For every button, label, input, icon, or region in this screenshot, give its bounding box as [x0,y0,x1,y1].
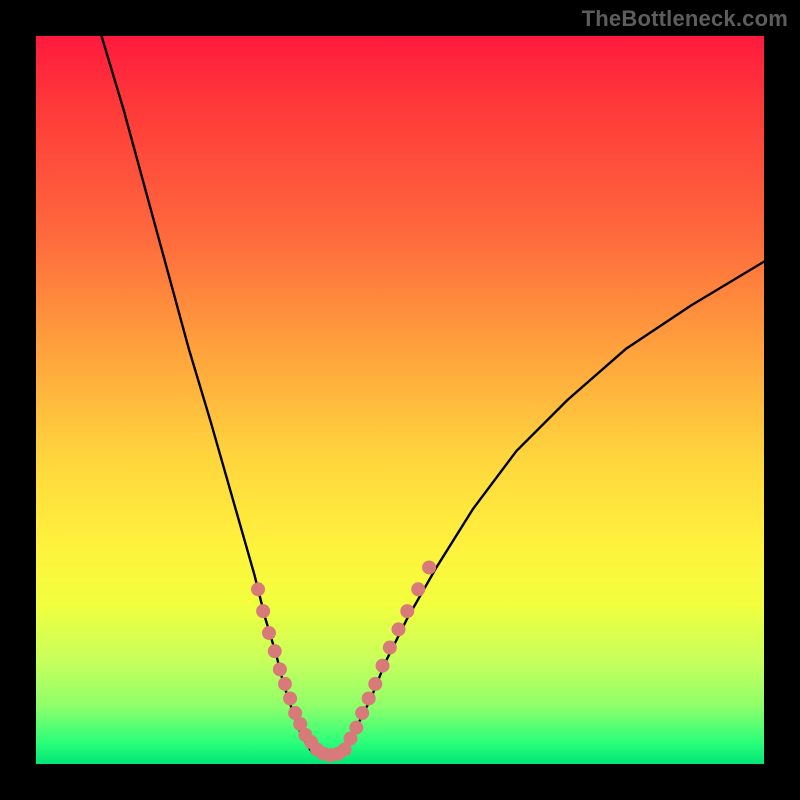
line-layer [102,36,764,757]
marker-dot [422,560,436,574]
marker-dot [383,641,397,655]
marker-dot [268,644,282,658]
series-left-curve [102,36,313,753]
plot-area [36,36,764,764]
marker-dot [278,677,292,691]
marker-dot [273,662,287,676]
marker-dot [362,691,376,705]
marker-dot [262,626,276,640]
marker-dot [355,706,369,720]
marker-dot [368,677,382,691]
marker-dot [349,721,363,735]
series-right-curve [342,262,764,753]
marker-dot [251,582,265,596]
marker-dot [400,604,414,618]
marker-dot [411,582,425,596]
marker-dot [256,604,270,618]
watermark-text: TheBottleneck.com [582,6,788,32]
marker-dot [376,659,390,673]
chart-frame: TheBottleneck.com [0,0,800,800]
marker-dot [392,622,406,636]
marker-dot [283,691,297,705]
chart-svg [36,36,764,764]
